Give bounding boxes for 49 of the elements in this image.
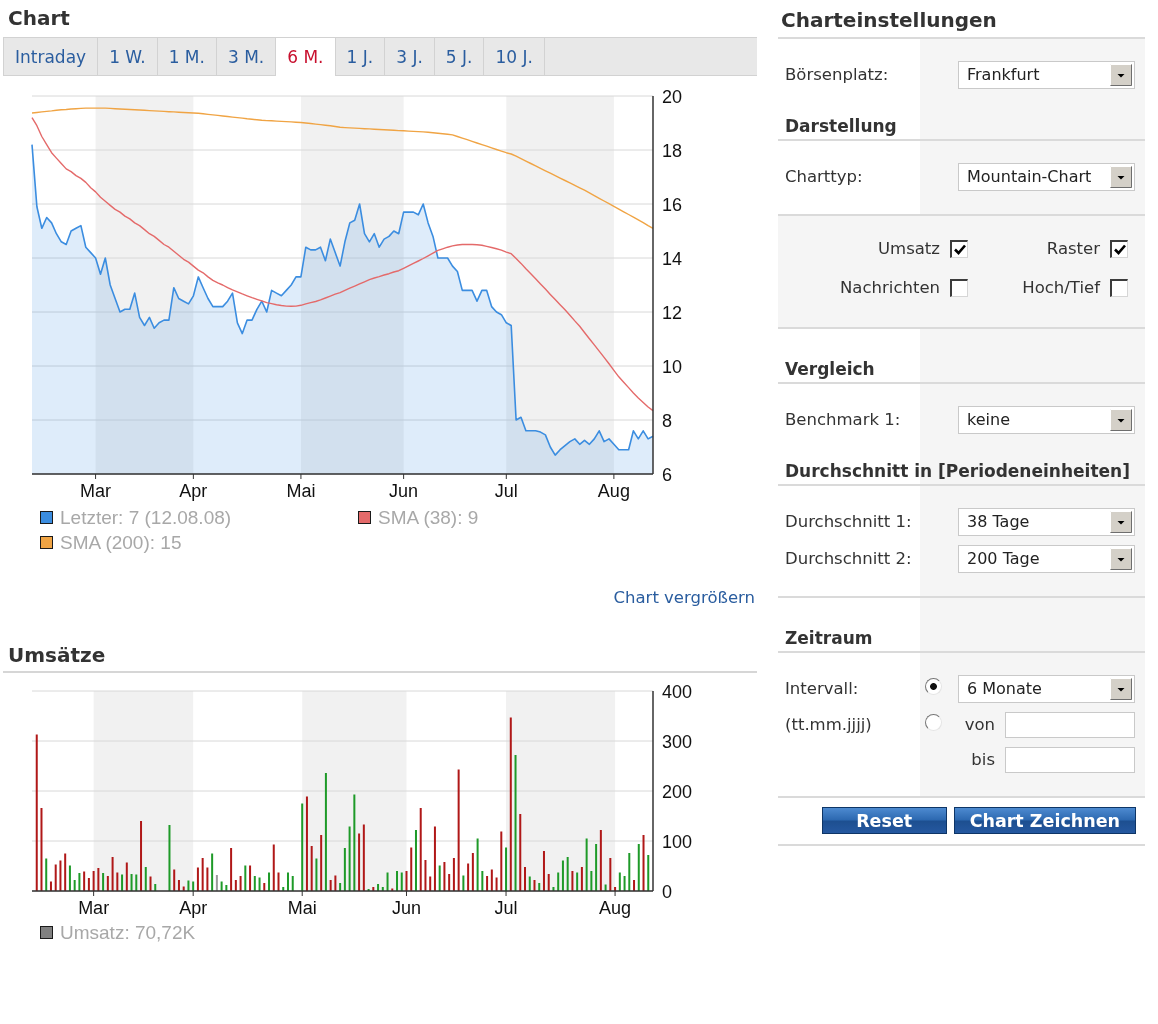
- y-axis-label: 12: [662, 302, 683, 323]
- section-heading: Darstellung: [785, 116, 897, 136]
- x-axis-label: Mai: [287, 898, 317, 918]
- x-axis-label: Aug: [597, 481, 630, 501]
- x-axis-label: Jun: [392, 898, 421, 918]
- x-axis-label: Jul: [494, 481, 518, 501]
- x-axis-label: Apr: [179, 898, 208, 918]
- legend-label: SMA (38): 9: [378, 506, 479, 529]
- field-label: von: [964, 715, 995, 735]
- checkbox-label: Umsatz: [878, 239, 940, 259]
- field-label: bis: [971, 750, 995, 770]
- checkbox-label: Nachrichten: [840, 278, 940, 298]
- field-label: Durchschnitt 2:: [785, 549, 912, 569]
- legend-label: Umsatz: 70,72K: [60, 921, 196, 944]
- x-axis-label: Aug: [599, 898, 632, 918]
- x-axis-label: Apr: [179, 481, 208, 501]
- legend-label: SMA (200): 15: [60, 531, 182, 554]
- y-axis-label: 0: [662, 881, 672, 902]
- y-axis-label: 200: [662, 781, 693, 802]
- field-label: Durchschnitt 1:: [785, 512, 912, 532]
- section-heading: Vergleich: [785, 359, 875, 379]
- y-axis-label: 14: [662, 248, 683, 269]
- section-title: Chart: [8, 6, 70, 30]
- panel-title: Charteinstellungen: [781, 8, 997, 32]
- field-label: Charttyp:: [785, 167, 863, 187]
- y-axis-label: 18: [662, 140, 683, 161]
- section-title: Umsätze: [8, 643, 106, 667]
- section-heading: Durchschnitt in [Periodeneinheiten]: [785, 461, 1130, 481]
- x-axis-label: Mai: [286, 481, 316, 501]
- y-axis-label: 8: [662, 410, 672, 431]
- field-label: (tt.mm.jjjj): [785, 715, 872, 735]
- legend-label: Letzter: 7 (12.08.08): [60, 506, 232, 529]
- x-axis-label: Jul: [494, 898, 518, 918]
- x-axis-label: Jun: [389, 481, 419, 501]
- y-axis-label: 6: [662, 464, 672, 485]
- y-axis-label: 10: [662, 356, 683, 377]
- y-axis-label: 16: [662, 194, 683, 215]
- section-heading: Zeitraum: [785, 628, 873, 648]
- y-axis-label: 100: [662, 831, 693, 852]
- checkbox-label: Raster: [1046, 239, 1100, 259]
- y-axis-label: 300: [662, 731, 693, 752]
- field-label: Börsenplatz:: [785, 65, 889, 85]
- field-label: Intervall:: [785, 679, 859, 699]
- x-axis-label: Mar: [78, 898, 110, 918]
- checkbox-label: Hoch/Tief: [1022, 278, 1100, 298]
- x-axis-label: Mar: [80, 481, 112, 501]
- y-axis-label: 400: [662, 681, 693, 702]
- field-label: Benchmark 1:: [785, 410, 901, 430]
- y-axis-label: 20: [662, 86, 683, 107]
